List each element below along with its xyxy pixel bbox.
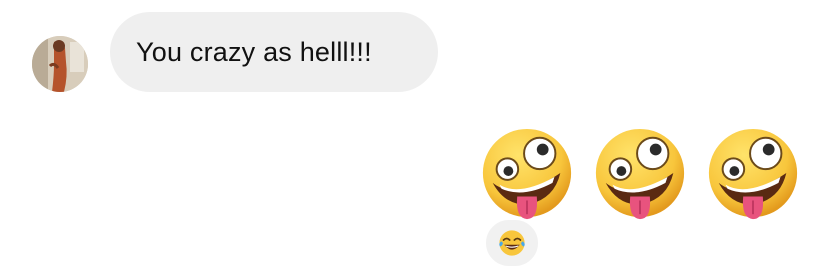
zany-face-icon (478, 126, 576, 224)
message-reaction[interactable] (484, 218, 540, 268)
zany-face-icon (591, 126, 689, 224)
sender-avatar[interactable] (32, 36, 88, 92)
zany-face-icon (704, 126, 802, 224)
avatar-photo-icon (32, 36, 88, 92)
incoming-message-text: You crazy as helll!!! (136, 36, 372, 67)
message-thread: You crazy as helll!!! (0, 0, 825, 275)
incoming-message-bubble[interactable]: You crazy as helll!!! (110, 12, 438, 92)
face-with-tears-of-joy-icon (499, 230, 525, 256)
outgoing-emoji-message[interactable] (478, 126, 802, 224)
